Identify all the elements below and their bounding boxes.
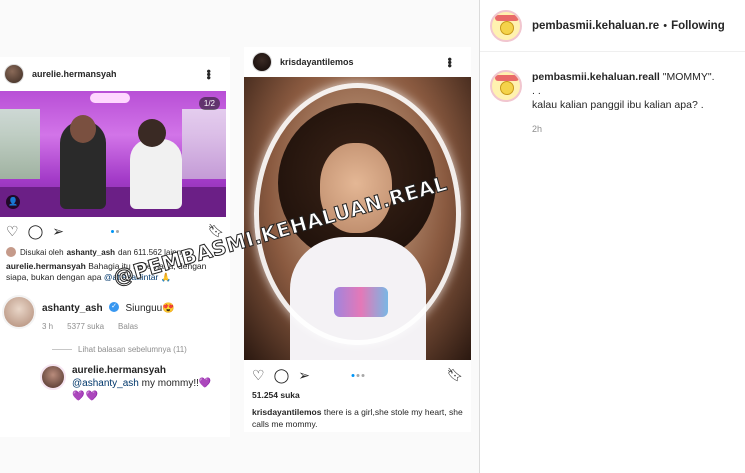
carousel-dot [351,373,354,377]
comment-username[interactable]: pembasmii.kehaluan.reall [532,71,660,83]
heart-icon[interactable]: ♡ [6,224,19,238]
comment-username[interactable]: ashanty_ash [42,303,103,314]
comment: ashanty_ash ✓ Siunguu😍 3 h 5377 suka Bal… [0,283,230,331]
carousel-dots [351,373,364,377]
avatar[interactable] [4,64,24,84]
likes-count[interactable]: 51.254 suka [244,390,471,400]
action-bar: ♡ ◯ ➢ 🔖︎ [0,217,230,245]
carousel-dot [356,373,359,377]
post-media-area: aurelie.hermansyah ••• 1/2 👤 ♡ ◯ ➢ 🔖︎ Di… [0,0,479,473]
reply-button[interactable]: Balas [118,322,138,331]
more-icon[interactable]: ••• [202,69,216,79]
carousel-dot [111,229,114,233]
comment-text: Siunguu😍 [125,303,175,314]
avatar[interactable] [40,364,66,390]
comment-panel: pembasmii.kehaluan.re • Following pembas… [479,0,745,473]
reply-username[interactable]: aurelie.hermansyah [72,365,166,376]
heart-icon[interactable]: ♡ [252,368,265,382]
more-icon[interactable]: ••• [443,57,457,67]
carousel-dot [361,373,364,377]
comment-likes[interactable]: 5377 suka [67,322,104,331]
post-username[interactable]: krisdayantilemos [280,57,354,67]
caption-comment: pembasmii.kehaluan.reall "MOMMY". . . ka… [480,52,745,136]
avatar[interactable] [490,9,522,42]
avatar[interactable] [490,70,522,102]
avatar[interactable] [2,295,36,329]
post-username[interactable]: aurelie.hermansyah [32,69,117,79]
comment-icon[interactable]: ◯ [274,368,290,382]
carousel-dots [111,229,119,233]
verified-badge-icon: ✓ [109,301,120,312]
avatar [6,247,16,257]
post-caption: krisdayantilemos there is a girl,she sto… [252,407,463,429]
panel-header: pembasmii.kehaluan.re • Following [480,0,745,52]
post-header: aurelie.hermansyah ••• [0,57,230,91]
carousel-dot [116,229,119,233]
share-icon[interactable]: ➢ [298,368,310,382]
separator: • [663,19,668,32]
post-photo[interactable]: 1/2 👤 [0,91,226,217]
comment-time: 3 h [42,322,54,331]
mention-link[interactable]: @ashanty_ash [72,378,139,389]
comment-icon[interactable]: ◯ [28,224,44,238]
image-counter: 1/2 [198,97,220,110]
view-previous-replies[interactable]: Lihat balasan sebelumnya (11) [52,345,230,354]
share-icon[interactable]: ➢ [52,224,64,238]
avatar[interactable] [252,52,272,72]
reply-comment: aurelie.hermansyah @ashanty_ash my mommy… [40,364,230,403]
account-username[interactable]: pembasmii.kehaluan.re [532,20,659,32]
following-button[interactable]: Following [671,20,725,32]
bookmark-icon[interactable]: 🔖︎ [446,367,463,383]
post-header: krisdayantilemos ••• [244,47,471,77]
liked-by-username[interactable]: ashanty_ash [67,248,115,257]
comment-time: 2h [532,124,543,134]
user-tag-icon[interactable]: 👤 [6,195,20,209]
action-bar: ♡ ◯ ➢ 🔖︎ [244,360,471,390]
